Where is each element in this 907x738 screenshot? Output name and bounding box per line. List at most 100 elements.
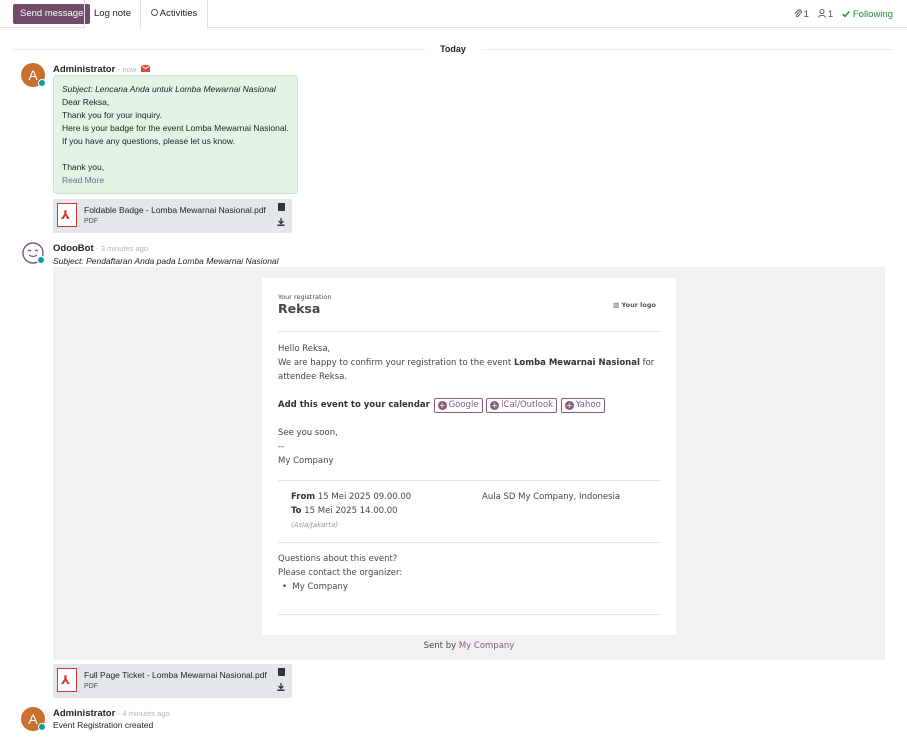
message-line: Here is your badge for the event Lomba M… <box>62 123 289 133</box>
bullet: • <box>282 582 293 592</box>
avatar-letter: A <box>28 67 38 83</box>
following-button[interactable]: Following <box>842 9 893 20</box>
download-icon[interactable] <box>277 683 285 691</box>
contact-text: Please contact the organizer: <box>278 568 403 578</box>
avatar[interactable]: A <box>21 707 46 731</box>
google-calendar-button[interactable]: + Google <box>433 398 483 413</box>
signature-dashes: -- <box>278 442 285 452</box>
event-location: Aula SD My Company, Indonesia <box>482 492 621 502</box>
check-icon <box>842 10 850 17</box>
trash-icon[interactable] <box>278 203 285 211</box>
message-time: - 3 minutes ago <box>96 244 148 253</box>
ical-outlook-button[interactable]: + iCal/Outlook <box>486 398 558 413</box>
message-author: Administrator - now <box>53 64 151 75</box>
confirm-prefix: We are happy to confirm your registratio… <box>278 358 512 368</box>
confirm-text: We are happy to confirm your registratio… <box>278 356 661 384</box>
event-dates: From 15 Mei 2025 09.00.00 To 15 Mei 2025… <box>291 490 491 532</box>
plus-icon: + <box>490 401 500 410</box>
event-name: Lomba Mewarnai Nasional <box>513 358 640 368</box>
message-subject: Subject: Pendaftaran Anda pada Lomba Mew… <box>53 256 279 266</box>
activities-button[interactable]: Activities <box>141 0 208 28</box>
message-author: Administrator - 4 minutes ago <box>53 708 170 719</box>
pdf-icon: ⅄ <box>57 203 77 227</box>
attachment-name: Full Page Ticket - Lomba Mewarnai Nasion… <box>84 670 267 680</box>
activities-label: Activities <box>159 8 198 19</box>
clock-icon <box>150 9 158 16</box>
divider <box>208 27 907 28</box>
yahoo-calendar-button[interactable]: + Yahoo <box>560 398 605 413</box>
followers-count: 1 <box>827 8 834 20</box>
chatter-topbar: Send message Log note Activities 1 1 Fol… <box>0 0 907 28</box>
email-frame: Your registration Reksa ▨ Your logo Hell… <box>53 267 885 660</box>
contact-block: Questions about this event? Please conta… <box>278 552 661 594</box>
paperclip-icon <box>794 8 802 17</box>
plus-icon: + <box>564 401 574 410</box>
pdf-icon: ⅄ <box>57 668 77 692</box>
message-line: Thank you, <box>62 162 105 172</box>
message-line: If you have any questions, please let us… <box>62 136 235 146</box>
calendar-row: Add this event to your calendar + Google … <box>278 398 661 413</box>
author-name[interactable]: OdooBot <box>53 243 94 254</box>
attendee-name: Reksa <box>278 301 321 316</box>
to-value: 15 Mei 2025 14.00.00 <box>304 506 398 516</box>
user-icon <box>818 8 826 18</box>
email-card: Your registration Reksa ▨ Your logo Hell… <box>262 278 676 635</box>
message-time: - 4 minutes ago <box>117 709 170 718</box>
organizer-item: • My Company <box>278 580 661 594</box>
to-label: To <box>291 506 302 516</box>
add-calendar-label: Add this event to your calendar <box>278 400 430 410</box>
attachment-card[interactable]: ⅄ Full Page Ticket - Lomba Mewarnai Nasi… <box>53 664 292 698</box>
to-row: To 15 Mei 2025 14.00.00 <box>291 504 491 518</box>
attachment-type: PDF <box>84 218 98 225</box>
from-label: From <box>291 492 316 502</box>
send-message-button[interactable]: Send message <box>13 4 91 24</box>
message-author: OdooBot - 3 minutes ago <box>53 243 148 254</box>
divider <box>278 542 661 543</box>
odoobot-avatar[interactable] <box>21 241 45 265</box>
signoff-block: See you soon, -- My Company <box>278 426 661 468</box>
chatter-tools: 1 1 Following <box>794 8 893 20</box>
divider <box>278 614 661 615</box>
from-value: 15 Mei 2025 09.00.00 <box>317 492 412 502</box>
author-name[interactable]: Administrator <box>53 64 115 75</box>
company-name: My Company <box>278 456 334 466</box>
greeting-block: Hello Reksa, We are happy to confirm you… <box>278 342 661 384</box>
attachments-button[interactable]: 1 <box>794 9 809 20</box>
message-body: Event Registration created <box>53 720 154 730</box>
sent-by-company-link[interactable]: My Company <box>459 641 515 651</box>
read-more-link[interactable]: Read More <box>62 174 289 187</box>
avatar-letter: A <box>28 711 38 727</box>
message-time: - now <box>117 65 137 74</box>
date-divider: Today <box>425 44 481 54</box>
divider <box>0 27 84 28</box>
questions-text: Questions about this event? <box>278 554 398 564</box>
log-note-button[interactable]: Log note <box>84 0 141 28</box>
envelope-icon <box>140 64 151 72</box>
attachment-type: PDF <box>84 683 98 690</box>
avatar[interactable]: A <box>21 63 46 87</box>
divider <box>278 331 661 332</box>
ical-label: iCal/Outlook <box>501 400 554 410</box>
your-logo: ▨ Your logo <box>613 298 656 312</box>
sent-by: Sent by My Company <box>53 641 885 651</box>
timezone: (Asia/Jakarta) <box>291 521 339 529</box>
organizer-name: My Company <box>292 582 348 592</box>
greeting: Hello Reksa, <box>278 344 331 354</box>
message-line: Thank you for your inquiry. <box>62 110 162 120</box>
download-icon[interactable] <box>277 218 285 226</box>
trash-icon[interactable] <box>278 668 285 676</box>
followers-button[interactable]: 1 <box>818 9 833 20</box>
author-name[interactable]: Administrator <box>53 708 115 719</box>
image-icon: ▨ <box>613 301 622 309</box>
sent-by-label: Sent by <box>423 641 457 651</box>
message-line: Dear Reksa, <box>62 97 110 107</box>
following-label: Following <box>852 8 893 20</box>
attachment-card[interactable]: ⅄ Foldable Badge - Lomba Mewarnai Nasion… <box>53 199 292 233</box>
online-status-icon <box>38 79 46 87</box>
message-body: Subject: Lencana Anda untuk Lomba Mewarn… <box>53 75 298 194</box>
see-you: See you soon, <box>278 428 338 438</box>
divider <box>278 480 661 481</box>
your-logo-label: Your logo <box>621 301 656 309</box>
attachment-name: Foldable Badge - Lomba Mewarnai Nasional… <box>84 205 266 215</box>
